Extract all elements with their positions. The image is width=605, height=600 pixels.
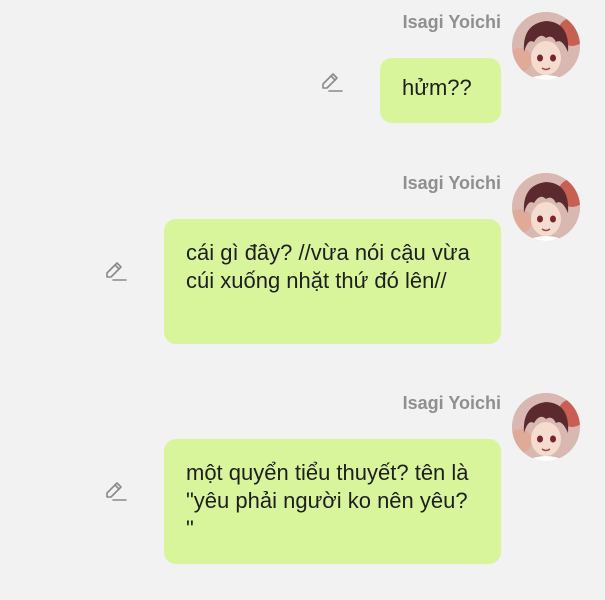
message-bubble: một quyển tiểu thuyết? tên là "yêu phải … bbox=[164, 439, 501, 564]
avatar[interactable] bbox=[512, 12, 580, 80]
sender-name: Isagi Yoichi bbox=[402, 12, 501, 32]
message-group: Isagi Yoichi cái gì đây? //vừa nói cậu v… bbox=[0, 173, 605, 348]
pencil-icon[interactable] bbox=[320, 70, 344, 94]
message-bubble: hửm?? bbox=[380, 58, 501, 123]
sender-name: Isagi Yoichi bbox=[402, 173, 501, 193]
avatar[interactable] bbox=[512, 393, 580, 461]
sender-name: Isagi Yoichi bbox=[402, 393, 501, 413]
avatar[interactable] bbox=[512, 173, 580, 241]
message-group: Isagi Yoichi một quyển tiểu thuyết? tên … bbox=[0, 393, 605, 568]
pencil-icon[interactable] bbox=[104, 259, 128, 283]
message-group: Isagi Yoichi hửm?? bbox=[0, 12, 605, 127]
message-bubble: cái gì đây? //vừa nói cậu vừa cúi xuống … bbox=[164, 219, 501, 344]
pencil-icon[interactable] bbox=[104, 479, 128, 503]
